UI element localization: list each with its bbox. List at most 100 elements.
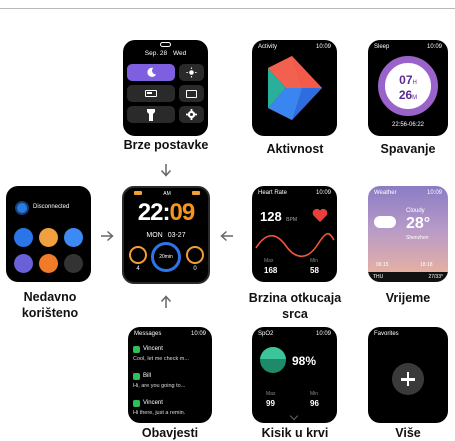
spo2-drop-icon [260, 347, 286, 373]
spo2-value: 98% [292, 354, 317, 368]
add-favorite-button[interactable] [392, 363, 424, 395]
watch-date: 03-27 [167, 232, 186, 239]
heart-rate-label-1: Brzina otkucaja [248, 291, 342, 305]
sleep-time: 10:09 [426, 44, 442, 50]
message-app-icon [133, 400, 140, 407]
right-complication [186, 246, 204, 264]
message-item[interactable]: Vincent Hi there, just a remin. [133, 398, 207, 420]
message-app-icon [133, 373, 140, 380]
sleep-range: 22:56-06:22 [391, 122, 425, 128]
do-not-disturb-toggle[interactable] [127, 64, 175, 81]
right-value: 0 [193, 266, 197, 272]
heart-rate-unit: BPM [286, 217, 297, 223]
message-item[interactable]: Bill Hi, are you going to... [133, 371, 207, 393]
watch-weekday: MON [146, 232, 163, 239]
card-icon [186, 89, 197, 98]
battery-tile[interactable] [127, 85, 175, 102]
gear-icon [186, 109, 197, 120]
sleep-hours: 07 [399, 73, 413, 87]
arrow-down-icon [160, 164, 172, 177]
favorites-label: Više [395, 426, 421, 440]
weather-label: Vrijeme [385, 291, 431, 305]
spo2-title: SpO2 [258, 331, 274, 337]
heart-rate-time: 10:09 [315, 190, 331, 196]
app-icon-workout[interactable] [14, 228, 33, 247]
brightness-tile[interactable] [179, 64, 204, 81]
messages-label: Obavjesti [141, 426, 199, 440]
weather-screen[interactable]: Weather 10:09 Cloudy 28° Shenzhen 06:15 1… [368, 186, 448, 282]
flashlight-icon [147, 108, 155, 121]
app-icon-compass[interactable] [39, 254, 58, 273]
spo2-min-value: 96 [310, 399, 319, 408]
app-icon-music[interactable] [64, 228, 83, 247]
spo2-screen[interactable]: SpO2 10:09 98% Max 99 Min 96 [252, 327, 337, 423]
messages-title: Messages [134, 331, 162, 337]
sleep-label: Spavanje [380, 142, 436, 156]
app-icon-breathe[interactable] [14, 254, 33, 273]
status-text: Disconnected [33, 204, 70, 210]
heart-rate-label-2: srca [282, 307, 308, 321]
arrow-left-icon [220, 230, 233, 242]
sleep-title: Sleep [374, 44, 390, 50]
spo2-min-label: Min [310, 391, 319, 397]
message-item[interactable]: Vincent Cool, let me check m... [133, 344, 207, 366]
qs-weekday: Wed [172, 50, 187, 57]
spo2-max-label: Max [266, 391, 276, 397]
top-divider [0, 8, 455, 9]
cloud-icon [374, 210, 396, 228]
quick-settings-screen[interactable]: Sep. 28 Wed [123, 40, 208, 136]
am-pm-label: AM [163, 191, 171, 197]
heart-rate-screen[interactable]: Heart Rate 10:09 128 BPM Max 168 Min 58 [252, 186, 337, 282]
favorites-title: Favorites [374, 331, 399, 337]
weather-temp: 28° [406, 215, 431, 232]
recently-used-screen[interactable]: Disconnected [6, 186, 91, 282]
hr-max-value: 168 [264, 266, 278, 275]
card-tile[interactable] [179, 85, 204, 102]
weather-time: 10:09 [426, 190, 442, 196]
qs-date: Sep. 28 [144, 50, 168, 57]
watch-hours: 22 [137, 199, 164, 226]
weather-condition: Cloudy [406, 208, 425, 214]
recently-used-label-1: Nedavno [23, 290, 77, 304]
sunrise-time: 06:15 [376, 262, 389, 268]
watch-minutes: 09 [169, 199, 196, 226]
activity-logo-icon [268, 56, 322, 120]
sun-icon [186, 67, 197, 78]
heart-rate-value: 128 [260, 209, 282, 224]
app-icon-more[interactable] [64, 254, 83, 273]
hr-min-value: 58 [310, 266, 319, 275]
activity-screen[interactable]: Activity 10:09 [252, 40, 337, 136]
flashlight-tile[interactable] [127, 106, 175, 123]
messages-time: 10:09 [190, 331, 206, 337]
spo2-label: Kisik u krvi [261, 426, 329, 440]
message-app-icon [133, 346, 140, 353]
app-icon-photos[interactable] [39, 228, 58, 247]
hr-min-label: Min [310, 258, 319, 264]
watch-top-icons: AM [134, 191, 200, 197]
favorites-screen[interactable]: Favorites [368, 327, 448, 423]
link-icon [160, 42, 171, 47]
heart-rate-wave [255, 232, 335, 258]
heart-icon [312, 208, 328, 222]
spo2-time: 10:09 [315, 331, 331, 337]
forecast-day: THU [373, 274, 384, 280]
disconnected-icon [15, 201, 29, 215]
settings-tile[interactable] [179, 106, 204, 123]
arrow-right-icon [101, 230, 114, 242]
sleep-screen[interactable]: Sleep 10:09 07H 26M 22:56-06:22 [368, 40, 448, 136]
recently-used-label-2: korišteno [21, 306, 79, 320]
left-value: 4 [136, 266, 140, 272]
sunset-time: 18:18 [420, 262, 433, 268]
forecast-range: 27/33° [428, 274, 443, 280]
hr-max-label: Max [264, 258, 274, 264]
arrow-up-icon [160, 295, 172, 308]
center-value: 20min [159, 254, 173, 260]
heart-rate-title: Heart Rate [258, 190, 288, 196]
moon-icon [146, 67, 156, 77]
quick-settings-label: Brze postavke [123, 138, 209, 152]
left-complication [129, 246, 147, 264]
watchface-screen[interactable]: AM 22:09 MON 03-27 4 20min 0 [122, 186, 210, 284]
messages-screen[interactable]: Messages 10:09 Vincent Cool, let me check… [128, 327, 212, 423]
spo2-max-value: 99 [266, 399, 275, 408]
scroll-down-indicator [289, 411, 299, 421]
